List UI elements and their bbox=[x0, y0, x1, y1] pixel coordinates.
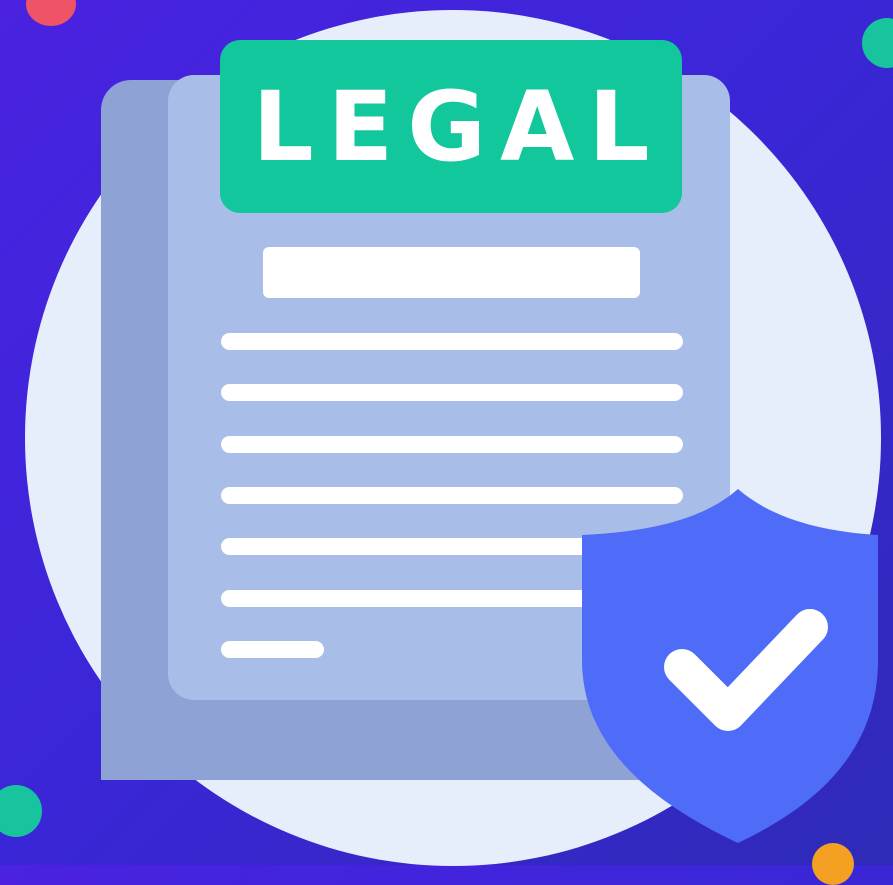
document-title-bar bbox=[263, 247, 640, 298]
legal-label-tab: LEGAL bbox=[220, 40, 682, 213]
document-text-line-short bbox=[221, 641, 324, 658]
shield-check-icon bbox=[582, 489, 878, 843]
legal-illustration: LEGAL bbox=[0, 0, 893, 885]
decorative-dot-red bbox=[26, 0, 76, 26]
document-text-line bbox=[221, 384, 683, 401]
decorative-dot-teal-bottom bbox=[0, 785, 42, 837]
decorative-dot-teal-top bbox=[862, 18, 893, 68]
legal-label: LEGAL bbox=[252, 70, 664, 183]
document-text-line bbox=[221, 436, 683, 453]
document-text-line bbox=[221, 333, 683, 350]
decorative-dot-orange bbox=[812, 843, 854, 885]
shield-shape bbox=[582, 489, 878, 843]
